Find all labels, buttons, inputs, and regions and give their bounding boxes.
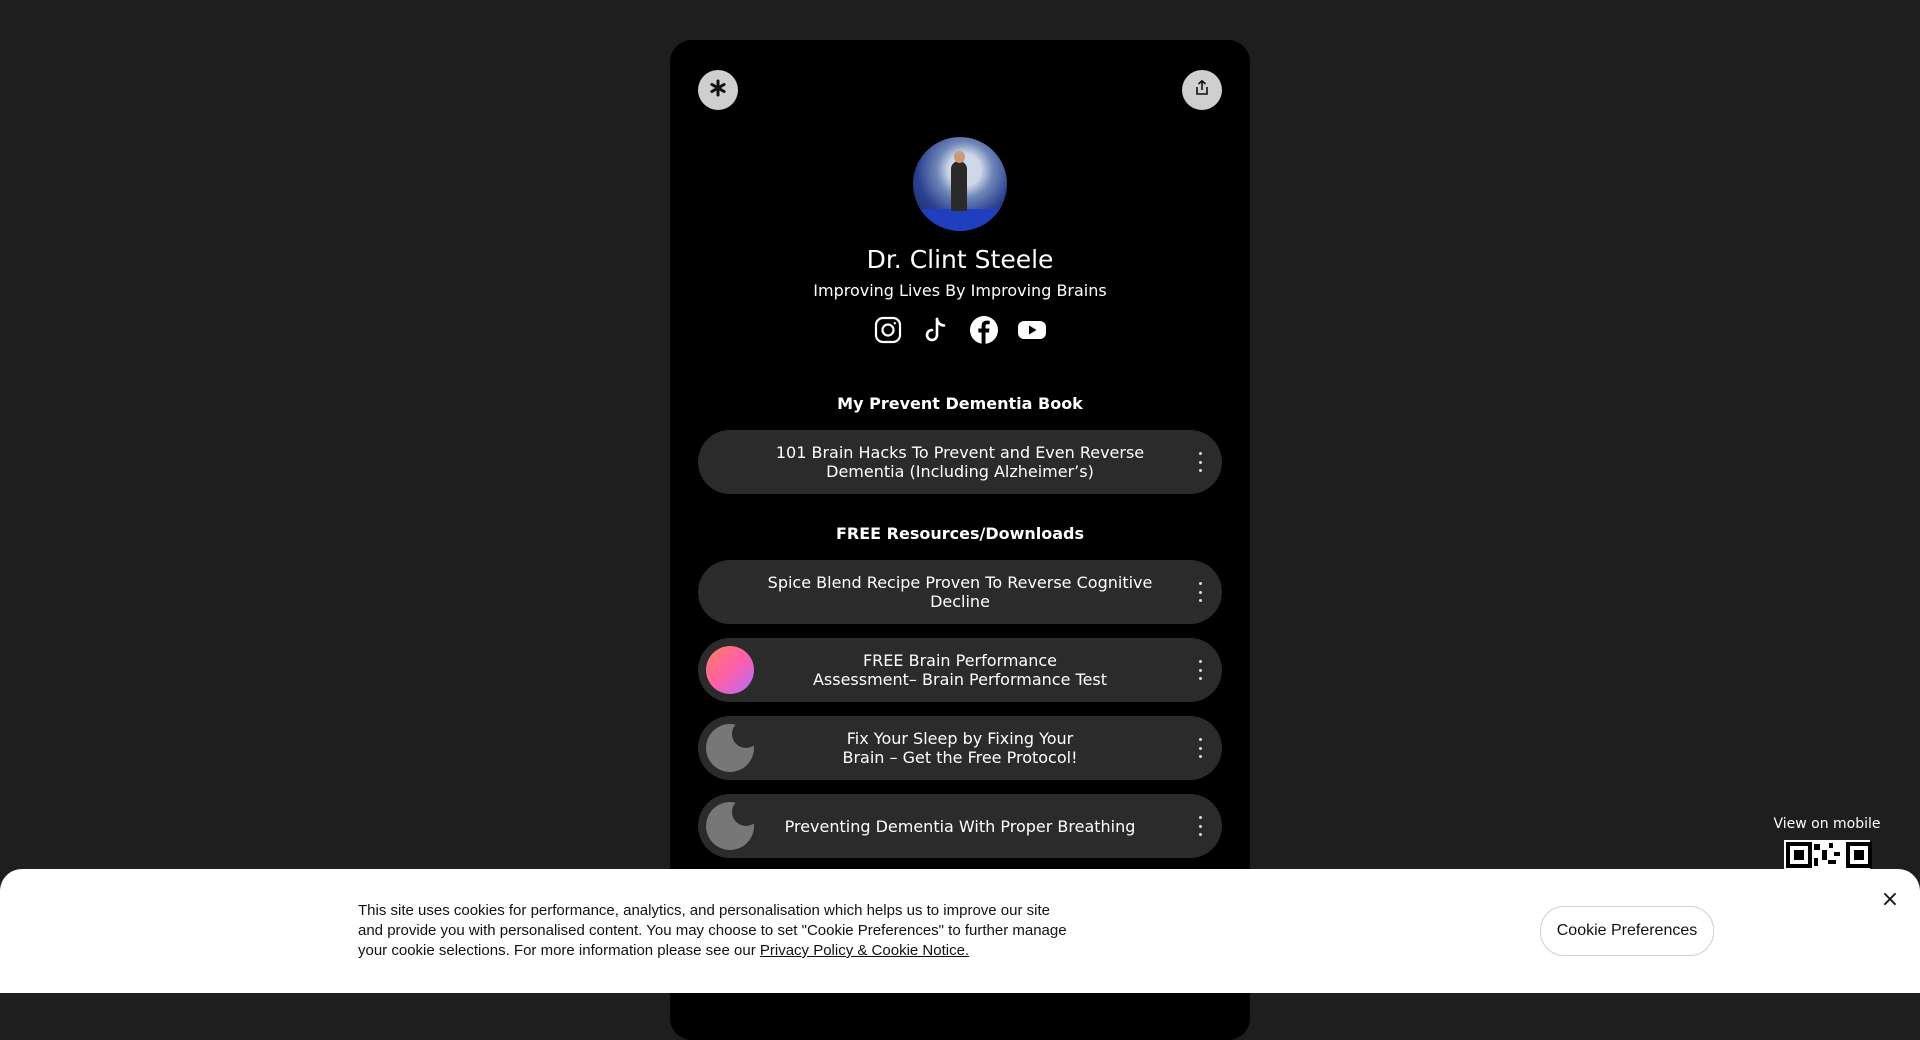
avatar xyxy=(913,137,1007,231)
section-title-resources: FREE Resources/Downloads xyxy=(835,524,1085,543)
tiktok-icon xyxy=(922,316,950,348)
instagram-icon xyxy=(874,316,902,348)
section-title-book: My Prevent Dementia Book xyxy=(837,394,1083,413)
youtube-icon xyxy=(1017,318,1047,346)
link-label: FREE Brain Performance Assessment– Brain… xyxy=(812,651,1108,689)
link-button-spice-blend[interactable]: Spice Blend Recipe Proven To Reverse Cog… xyxy=(698,560,1222,624)
facebook-icon xyxy=(969,315,999,349)
brain-assessment-thumbnail xyxy=(706,646,754,694)
moon-thumbnail xyxy=(706,798,760,850)
more-options-icon[interactable] xyxy=(1198,660,1202,680)
link-button-brain-assessment[interactable]: FREE Brain Performance Assessment– Brain… xyxy=(698,638,1222,702)
moon-thumbnail xyxy=(706,720,760,772)
link-button-breathing[interactable]: Preventing Dementia With Proper Breathin… xyxy=(698,794,1222,858)
instagram-link[interactable] xyxy=(874,316,902,348)
profile-tagline: Improving Lives By Improving Brains xyxy=(813,281,1107,300)
view-on-mobile[interactable]: View on mobile xyxy=(1768,816,1886,870)
more-options-icon[interactable] xyxy=(1198,816,1202,836)
link-label: Preventing Dementia With Proper Breathin… xyxy=(784,816,1136,836)
link-label: Fix Your Sleep by Fixing Your Brain – Ge… xyxy=(842,729,1078,767)
asterisk-icon xyxy=(709,79,727,101)
tiktok-link[interactable] xyxy=(922,316,950,348)
facebook-link[interactable] xyxy=(969,315,999,349)
close-icon[interactable]: × xyxy=(1878,887,1902,912)
more-options-icon[interactable] xyxy=(1198,738,1202,758)
link-button-sleep-protocol[interactable]: Fix Your Sleep by Fixing Your Brain – Ge… xyxy=(698,716,1222,780)
social-links xyxy=(670,315,1250,349)
cookie-notice: This site uses cookies for performance, … xyxy=(358,901,1068,961)
cookie-preferences-button[interactable]: Cookie Preferences xyxy=(1540,906,1714,956)
link-label: Spice Blend Recipe Proven To Reverse Cog… xyxy=(767,573,1153,611)
cookie-banner: This site uses cookies for performance, … xyxy=(0,869,1920,993)
link-label: 101 Brain Hacks To Prevent and Even Reve… xyxy=(775,443,1145,481)
more-options-icon[interactable] xyxy=(1198,452,1202,472)
more-options-icon[interactable] xyxy=(1198,582,1202,602)
privacy-policy-link[interactable]: Privacy Policy & Cookie Notice. xyxy=(760,942,969,959)
linktree-button[interactable] xyxy=(698,70,738,110)
profile-name: Dr. Clint Steele xyxy=(866,245,1054,274)
share-button[interactable] xyxy=(1182,70,1222,110)
qr-code-icon xyxy=(1784,840,1872,870)
link-button-brain-hacks-book[interactable]: 101 Brain Hacks To Prevent and Even Reve… xyxy=(698,430,1222,494)
share-icon xyxy=(1193,79,1211,101)
youtube-link[interactable] xyxy=(1018,318,1046,346)
view-on-mobile-label: View on mobile xyxy=(1773,816,1881,832)
